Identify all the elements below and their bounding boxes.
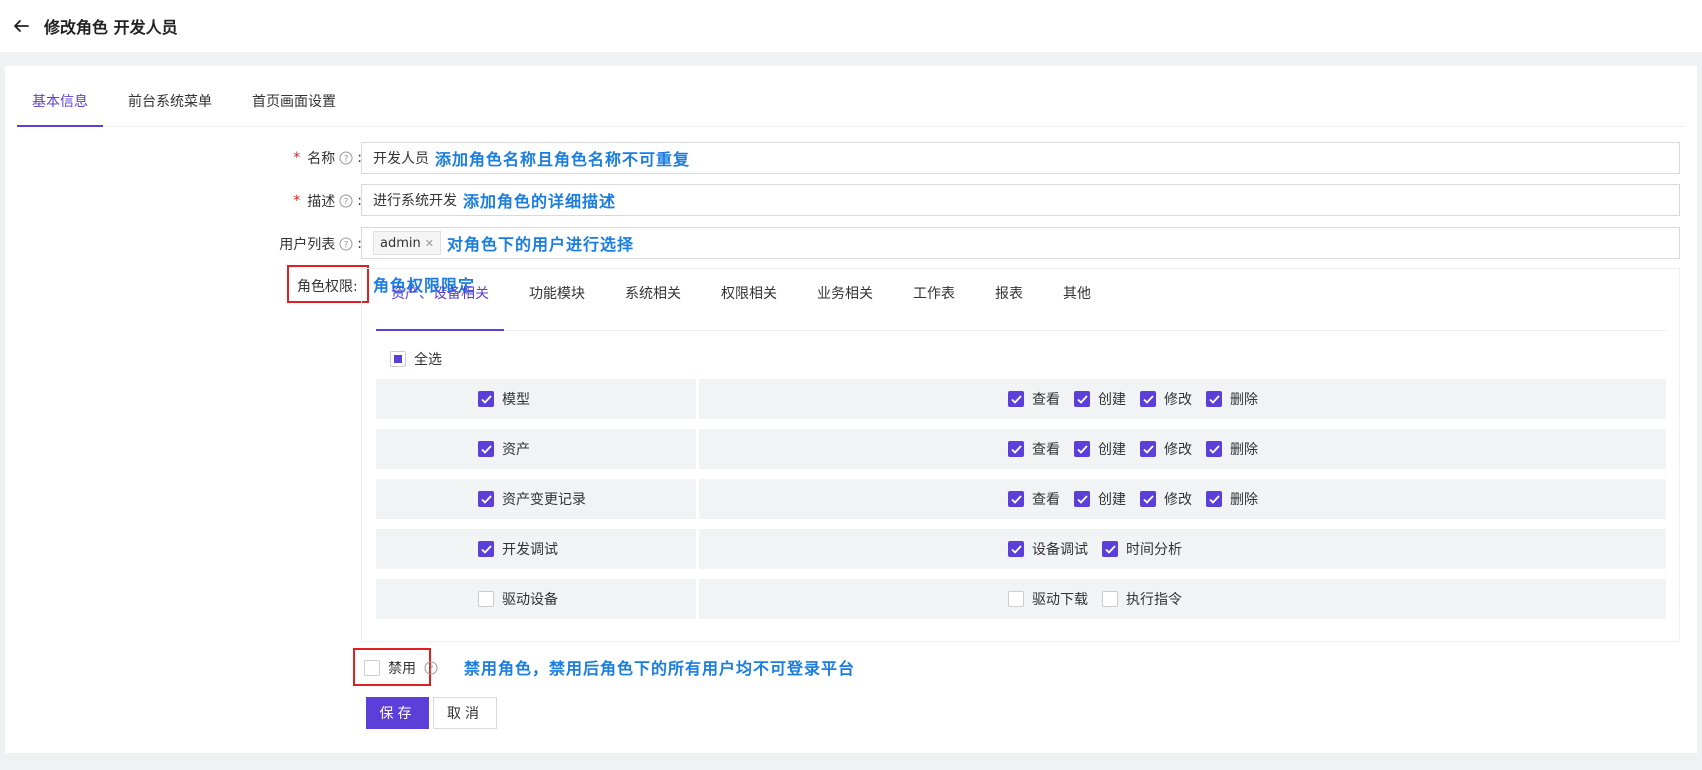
users-select[interactable]: admin ✕ 对角色下的用户进行选择: [361, 227, 1680, 259]
perm-row-checkbox[interactable]: [478, 591, 494, 607]
tag-close-icon[interactable]: ✕: [425, 237, 434, 250]
perm-tab-business[interactable]: 业务相关: [802, 269, 888, 331]
perm-row: 驱动设备 驱动下载 执行指令: [376, 579, 1666, 619]
perm-op: 设备调试: [1008, 539, 1088, 559]
perm-op: 时间分析: [1102, 539, 1182, 559]
perm-op-checkbox[interactable]: [1206, 391, 1222, 407]
select-all-checkbox[interactable]: [390, 351, 406, 367]
perm-op: 创建: [1074, 389, 1126, 409]
perm-op: 创建: [1074, 439, 1126, 459]
perm-row-ops: 驱动下载 执行指令: [699, 579, 1666, 619]
perm-tab-permission[interactable]: 权限相关: [706, 269, 792, 331]
perm-row-name: 驱动设备: [376, 579, 696, 619]
perm-tab-report[interactable]: 报表: [980, 269, 1038, 331]
perm-row: 模型 查看 创建 修改 删除: [376, 379, 1666, 419]
tab-frontend-menu[interactable]: 前台系统菜单: [113, 66, 227, 127]
svg-text:?: ?: [344, 241, 349, 251]
desc-label: * 描述 ?:: [293, 193, 362, 210]
perm-op: 修改: [1140, 489, 1192, 509]
help-icon[interactable]: ?: [424, 661, 438, 675]
perm-op: 执行指令: [1102, 589, 1182, 609]
perm-op: 修改: [1140, 439, 1192, 459]
name-annotation: 添加角色名称且角色名称不可重复: [435, 150, 691, 169]
permission-panel: 资产、设备相关 功能模块 系统相关 权限相关 业务相关 工作表 报表 其他 全选…: [361, 268, 1680, 642]
perm-row-ops: 查看 创建 修改 删除: [699, 379, 1666, 419]
tab-home-settings[interactable]: 首页画面设置: [237, 66, 351, 127]
perm-tab-worksheet[interactable]: 工作表: [898, 269, 970, 331]
perm-tab-other[interactable]: 其他: [1048, 269, 1106, 331]
perm-op: 创建: [1074, 489, 1126, 509]
perm-row-ops: 查看 创建 修改 删除: [699, 429, 1666, 469]
perm-op-checkbox[interactable]: [1008, 541, 1024, 557]
perm-tab-assets[interactable]: 资产、设备相关: [376, 269, 504, 331]
perm-row-name: 资产: [376, 429, 696, 469]
perm-op: 修改: [1140, 389, 1192, 409]
perm-op-checkbox[interactable]: [1074, 441, 1090, 457]
help-icon[interactable]: ?: [339, 151, 353, 165]
perm-row-checkbox[interactable]: [478, 441, 494, 457]
perm-op-checkbox[interactable]: [1140, 491, 1156, 507]
perm-op-checkbox[interactable]: [1102, 591, 1118, 607]
perm-tabs: 资产、设备相关 功能模块 系统相关 权限相关 业务相关 工作表 报表 其他: [376, 269, 1666, 331]
perm-op-checkbox[interactable]: [1206, 491, 1222, 507]
perm-label: 角色权限:: [297, 279, 358, 295]
desc-input[interactable]: 进行系统开发 添加角色的详细描述: [361, 184, 1680, 216]
perm-op: 查看: [1008, 439, 1060, 459]
user-tag: admin ✕: [373, 231, 441, 255]
help-icon[interactable]: ?: [339, 237, 353, 251]
desc-annotation: 添加角色的详细描述: [463, 192, 617, 211]
perm-op-checkbox[interactable]: [1008, 591, 1024, 607]
name-input[interactable]: 开发人员 添加角色名称且角色名称不可重复: [361, 142, 1680, 174]
perm-op-checkbox[interactable]: [1008, 491, 1024, 507]
perm-row-name: 开发调试: [376, 529, 696, 569]
perm-op-checkbox[interactable]: [1074, 491, 1090, 507]
perm-op-checkbox[interactable]: [1140, 391, 1156, 407]
perm-op-checkbox[interactable]: [1008, 391, 1024, 407]
svg-text:?: ?: [344, 198, 349, 208]
perm-op-checkbox[interactable]: [1206, 441, 1222, 457]
perm-row-checkbox[interactable]: [478, 541, 494, 557]
perm-row-name: 模型: [376, 379, 696, 419]
perm-op: 查看: [1008, 389, 1060, 409]
users-label: 用户列表 ?:: [279, 236, 362, 253]
svg-text:?: ?: [429, 665, 434, 675]
cancel-button[interactable]: 取消: [433, 697, 497, 729]
perm-op: 查看: [1008, 489, 1060, 509]
perm-op-checkbox[interactable]: [1102, 541, 1118, 557]
perm-op: 删除: [1206, 389, 1258, 409]
page-title: 修改角色 开发人员: [44, 18, 178, 37]
save-button[interactable]: 保存: [366, 697, 429, 729]
select-all: 全选: [390, 349, 442, 369]
perm-op: 删除: [1206, 439, 1258, 459]
perm-row-name: 资产变更记录: [376, 479, 696, 519]
perm-tab-modules[interactable]: 功能模块: [514, 269, 600, 331]
back-arrow-icon[interactable]: [12, 17, 30, 35]
perm-row: 资产 查看 创建 修改 删除: [376, 429, 1666, 469]
tab-basic-info[interactable]: 基本信息: [17, 66, 103, 127]
perm-row: 开发调试 设备调试 时间分析: [376, 529, 1666, 569]
perm-row-ops: 设备调试 时间分析: [699, 529, 1666, 569]
disable-annotation: 禁用角色，禁用后角色下的所有用户均不可登录平台: [464, 659, 856, 678]
perm-op-checkbox[interactable]: [1074, 391, 1090, 407]
perm-op: 删除: [1206, 489, 1258, 509]
disable-checkbox[interactable]: [364, 660, 380, 676]
perm-op: 驱动下载: [1008, 589, 1088, 609]
svg-text:?: ?: [344, 155, 349, 165]
name-label: * 名称 ?:: [293, 150, 362, 167]
disable-toggle: 禁用 ?: [364, 658, 438, 678]
top-tabs: 基本信息 前台系统菜单 首页画面设置: [17, 66, 1685, 127]
header-bar: 修改角色 开发人员: [0, 0, 1702, 52]
perm-row-checkbox[interactable]: [478, 491, 494, 507]
perm-row: 资产变更记录 查看 创建 修改 删除: [376, 479, 1666, 519]
help-icon[interactable]: ?: [339, 194, 353, 208]
perm-op-checkbox[interactable]: [1140, 441, 1156, 457]
perm-tab-system[interactable]: 系统相关: [610, 269, 696, 331]
perm-row-checkbox[interactable]: [478, 391, 494, 407]
users-annotation: 对角色下的用户进行选择: [446, 235, 634, 254]
perm-op-checkbox[interactable]: [1008, 441, 1024, 457]
perm-row-ops: 查看 创建 修改 删除: [699, 479, 1666, 519]
